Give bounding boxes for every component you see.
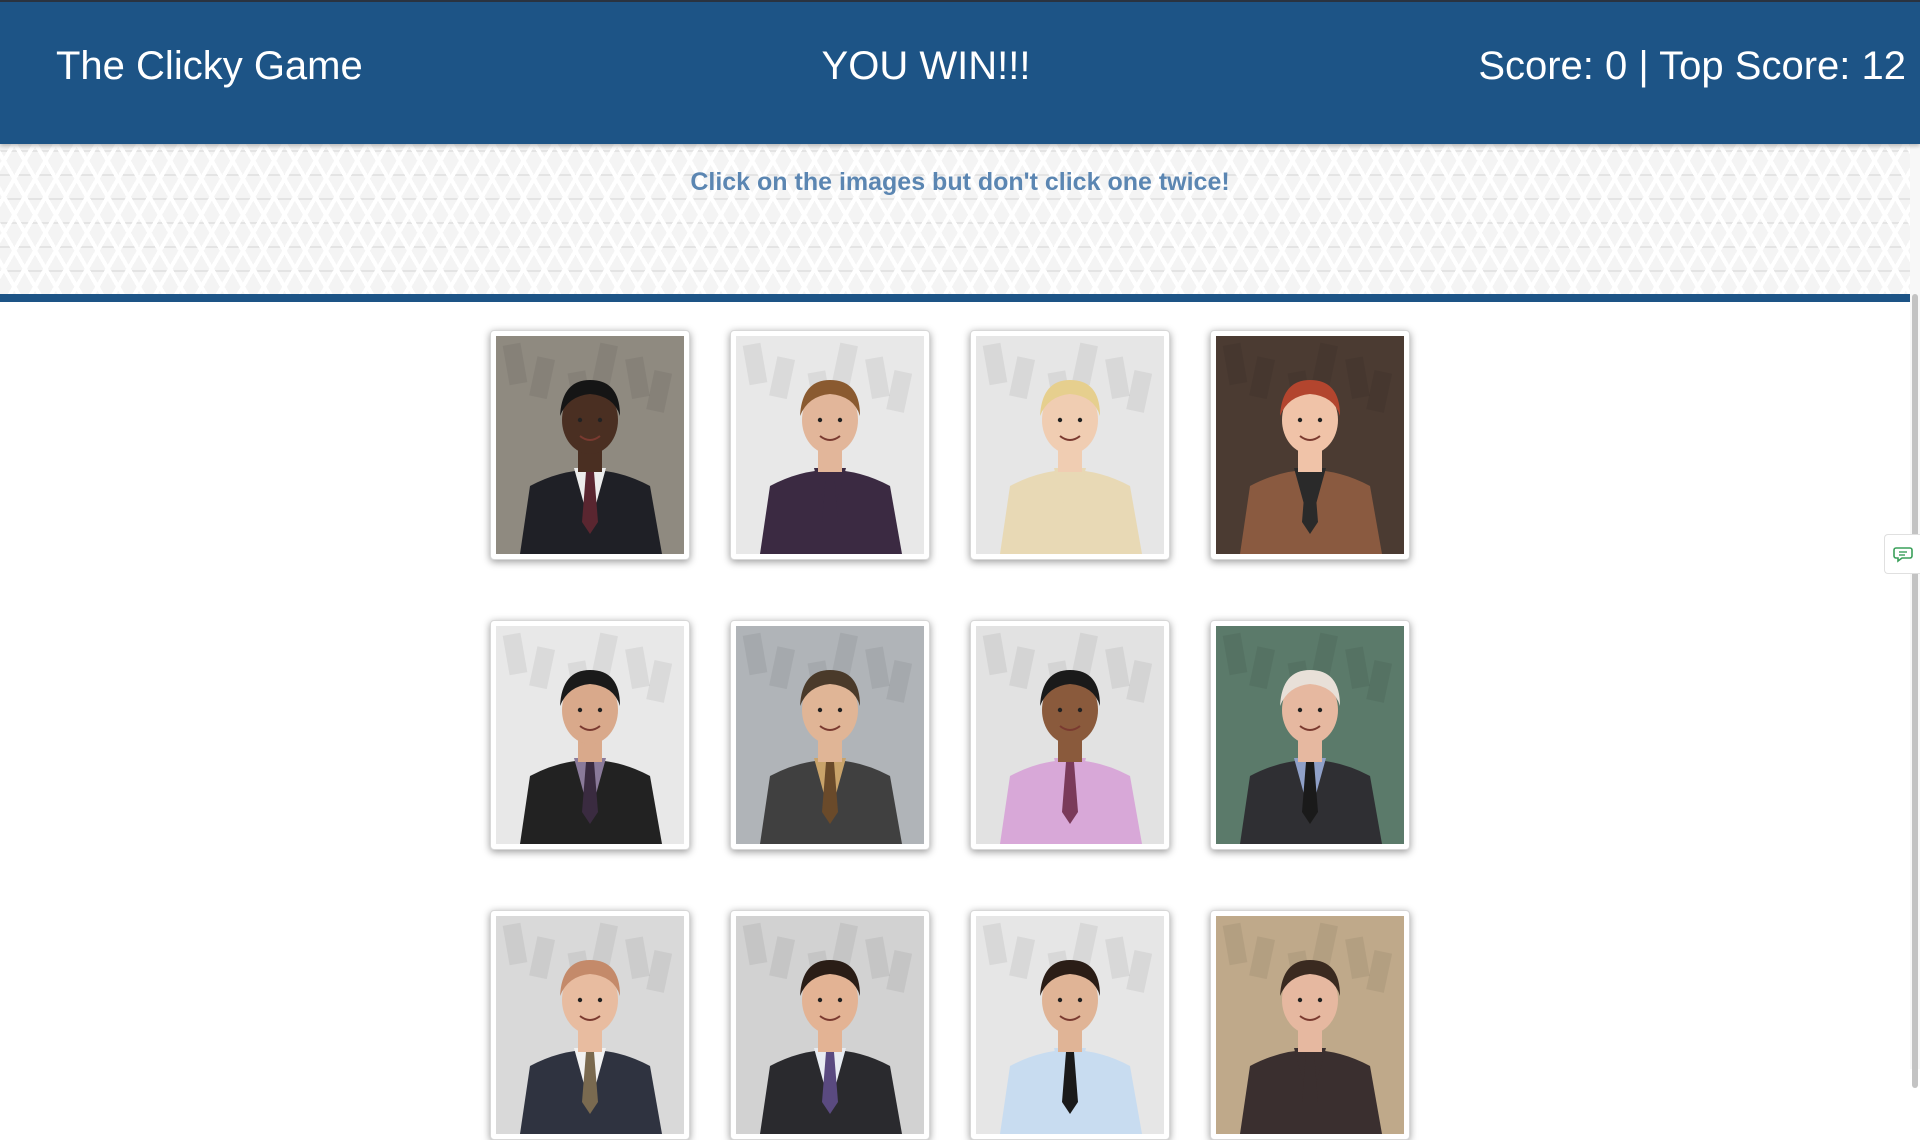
character-photo	[496, 916, 684, 1134]
chat-bubble-icon	[1892, 547, 1913, 563]
character-photo	[496, 626, 684, 844]
character-card[interactable]	[490, 910, 690, 1140]
character-card[interactable]	[1210, 910, 1410, 1140]
navbar: The Clicky Game YOU WIN!!! Score: 0 | To…	[0, 0, 1920, 144]
character-photo	[736, 916, 924, 1134]
character-photo	[496, 336, 684, 554]
character-photo	[976, 626, 1164, 844]
page-scrollbar[interactable]	[1910, 144, 1920, 1088]
instructions-subtitle: Click on the images but don't click one …	[690, 168, 1230, 196]
score-display: Score: 0 | Top Score: 12	[1478, 44, 1906, 88]
character-photo	[1216, 916, 1404, 1134]
character-photo	[1216, 626, 1404, 844]
character-card[interactable]	[490, 620, 690, 850]
character-card[interactable]	[970, 910, 1170, 1140]
character-photo	[976, 336, 1164, 554]
character-card[interactable]	[730, 330, 930, 560]
character-card[interactable]	[1210, 620, 1410, 850]
character-photo	[976, 916, 1164, 1134]
character-card[interactable]	[490, 330, 690, 560]
character-card[interactable]	[970, 330, 1170, 560]
character-photo	[736, 626, 924, 844]
character-card-grid	[490, 330, 1410, 1140]
character-card[interactable]	[730, 620, 930, 850]
character-card[interactable]	[970, 620, 1170, 850]
character-card[interactable]	[1210, 330, 1410, 560]
character-photo	[736, 336, 924, 554]
character-photo	[1216, 336, 1404, 554]
character-card[interactable]	[730, 910, 930, 1140]
chat-widget-tab[interactable]	[1884, 534, 1920, 574]
scrollbar-thumb[interactable]	[1912, 294, 1918, 1088]
jumbotron-header: Click on the images but don't click one …	[0, 144, 1920, 302]
